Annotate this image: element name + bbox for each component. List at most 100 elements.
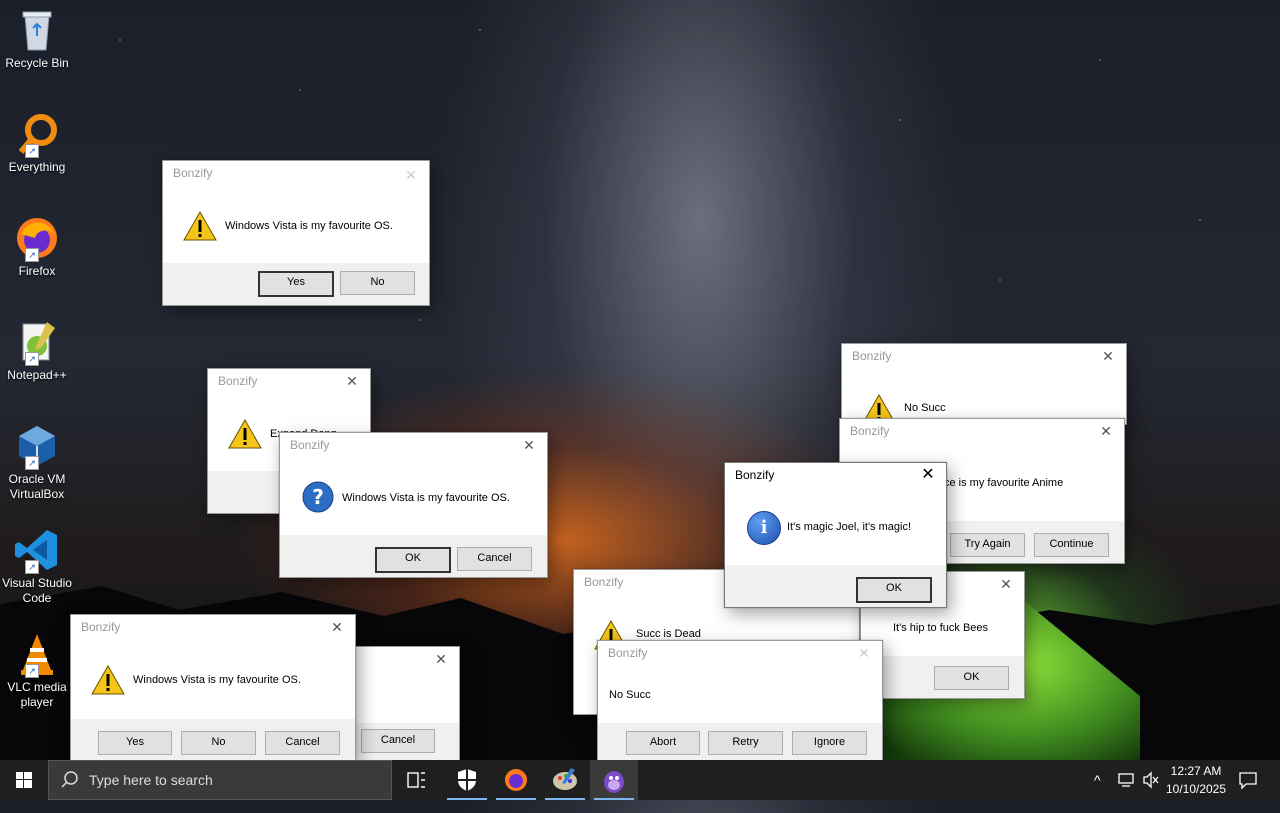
cancel-button[interactable]: Cancel [265,731,340,755]
desktop-icon-label: VLC media player [7,680,67,709]
bonzi-buddy-icon[interactable] [590,760,638,800]
close-icon[interactable]: ✕ [334,369,370,393]
windows-security-icon[interactable] [443,760,491,800]
clock-date[interactable]: 10/10/2025 [1163,782,1229,796]
desktop-icon-label: Oracle VM VirtualBox [8,472,66,501]
dialog-magic-joel[interactable]: Bonzify ✕ i It's magic Joel, it's magic!… [724,462,947,608]
desktop-icon-label: Recycle Bin [5,56,69,70]
dialog-message: No Succ [904,402,946,414]
dialog-message: It's hip to fuck Bees [893,622,989,634]
dialog-footer: Cancel [341,723,459,761]
ignore-button[interactable]: Ignore [792,731,867,755]
dialog-cancel-partial[interactable]: ✕ Cancel [340,646,460,762]
close-icon[interactable]: ✕ [511,433,547,457]
shortcut-arrow-icon: ↗ [25,144,39,158]
dialog-message: Windows Vista is my favourite OS. [342,492,510,504]
dialog-footer: OK Cancel [280,535,547,577]
dialog-vista-yes-no[interactable]: Bonzify ✕ Windows Vista is my favourite … [162,160,430,306]
close-icon[interactable]: ✕ [319,615,355,639]
start-button[interactable] [0,760,48,800]
task-view-icon[interactable] [392,760,440,800]
network-icon[interactable] [1118,770,1136,793]
dialog-footer: OK [725,565,946,607]
cancel-button[interactable]: Cancel [457,547,532,571]
close-icon[interactable]: ✕ [1088,419,1124,443]
paint-icon[interactable] [541,760,589,800]
everything-search-icon: ↗ [13,110,61,158]
no-button[interactable]: No [340,271,415,295]
vscode-icon: ↗ [13,526,61,574]
warning-icon [228,419,262,449]
search-placeholder: Type here to search [89,772,213,788]
cancel-button[interactable]: Cancel [361,729,435,753]
desktop-icon-label: Everything [8,160,66,174]
notifications-icon[interactable] [1238,770,1258,793]
dialog-vista-yes-no-cancel[interactable]: Bonzify ✕ Windows Vista is my favourite … [70,614,356,762]
dialog-message: ce is my favourite Anime [944,477,1064,489]
taskbar-search-box[interactable]: Type here to search [48,760,392,800]
try-again-button[interactable]: Try Again [950,533,1025,557]
dialog-title: Bonzify [852,349,892,363]
dialog-message: No Succ [609,689,651,701]
shortcut-arrow-icon: ↗ [25,352,39,366]
desktop-icon-virtualbox[interactable]: ↗ Oracle VM VirtualBox [0,422,74,502]
dialog-abort-retry-ignore[interactable]: Bonzify ✕ No Succ Abort Retry Ignore [597,640,883,762]
dialog-footer: Yes No [163,263,429,305]
close-icon[interactable]: ✕ [910,463,946,487]
close-icon[interactable]: ✕ [846,641,882,665]
dialog-no-succ-top[interactable]: Bonzify ✕ No Succ [841,343,1127,425]
desktop-icon-recycle-bin[interactable]: Recycle Bin [0,6,74,71]
ok-button[interactable]: OK [375,547,451,573]
yes-button[interactable]: Yes [98,731,172,755]
desktop-icon-notepad-plus-plus[interactable]: ↗ Notepad++ [0,318,74,383]
close-icon[interactable]: ✕ [423,647,459,671]
dialog-title: Bonzify [173,166,213,180]
close-icon[interactable]: ✕ [988,572,1024,596]
dialog-title: Bonzify [608,646,648,660]
desktop-icon-vscode[interactable]: ↗ Visual Studio Code [0,526,74,606]
information-icon: i [747,511,781,545]
notepad-plus-plus-icon: ↗ [13,318,61,366]
yes-button[interactable]: Yes [258,271,334,297]
ok-button[interactable]: OK [856,577,932,603]
warning-icon [183,211,217,241]
ok-button[interactable]: OK [934,666,1009,690]
desktop-icon-label: Visual Studio Code [2,576,72,605]
recycle-bin-icon [13,6,61,54]
dialog-footer: OK [861,656,1024,698]
dialog-footer: Abort Retry Ignore [598,723,882,761]
desktop-icon-vlc[interactable]: ↗ VLC media player [0,630,74,710]
abort-button[interactable]: Abort [626,731,700,755]
dialog-title: Bonzify [81,620,121,634]
desktop-icon-everything[interactable]: ↗ Everything [0,110,74,175]
search-icon [61,761,79,813]
dialog-title: Bonzify [850,424,890,438]
dialog-footer: Yes No Cancel [71,719,355,761]
shortcut-arrow-icon: ↗ [25,456,39,470]
dialog-title: Bonzify [290,438,330,452]
virtualbox-icon: ↗ [13,422,61,470]
no-button[interactable]: No [181,731,256,755]
chevron-up-icon[interactable]: ^ [1094,772,1101,788]
continue-button[interactable]: Continue [1034,533,1109,557]
firefox-taskbar-icon[interactable] [492,760,540,800]
dialog-message: It's magic Joel, it's magic! [787,521,912,533]
desktop-icon-label: Firefox [18,264,56,278]
close-icon[interactable]: ✕ [1090,344,1126,368]
volume-muted-icon[interactable] [1142,770,1160,793]
question-icon [302,481,334,513]
dialog-message: Windows Vista is my favourite OS. [225,220,393,232]
firefox-icon: ↗ [13,214,61,262]
clock-time[interactable]: 12:27 AM [1166,764,1226,778]
shortcut-arrow-icon: ↗ [25,248,39,262]
shortcut-arrow-icon: ↗ [25,560,39,574]
windows-logo-icon [16,772,32,788]
taskbar: Type here to search ^ 12:27 AM 10/10/202… [0,760,1280,800]
dialog-message: Windows Vista is my favourite OS. [133,674,301,686]
close-icon[interactable]: ✕ [393,163,429,187]
dialog-vista-ok-cancel[interactable]: Bonzify ✕ Windows Vista is my favourite … [279,432,548,578]
retry-button[interactable]: Retry [708,731,783,755]
desktop-icon-firefox[interactable]: ↗ Firefox [0,214,74,279]
vlc-icon: ↗ [13,630,61,678]
dialog-message: Succ is Dead [636,628,701,640]
